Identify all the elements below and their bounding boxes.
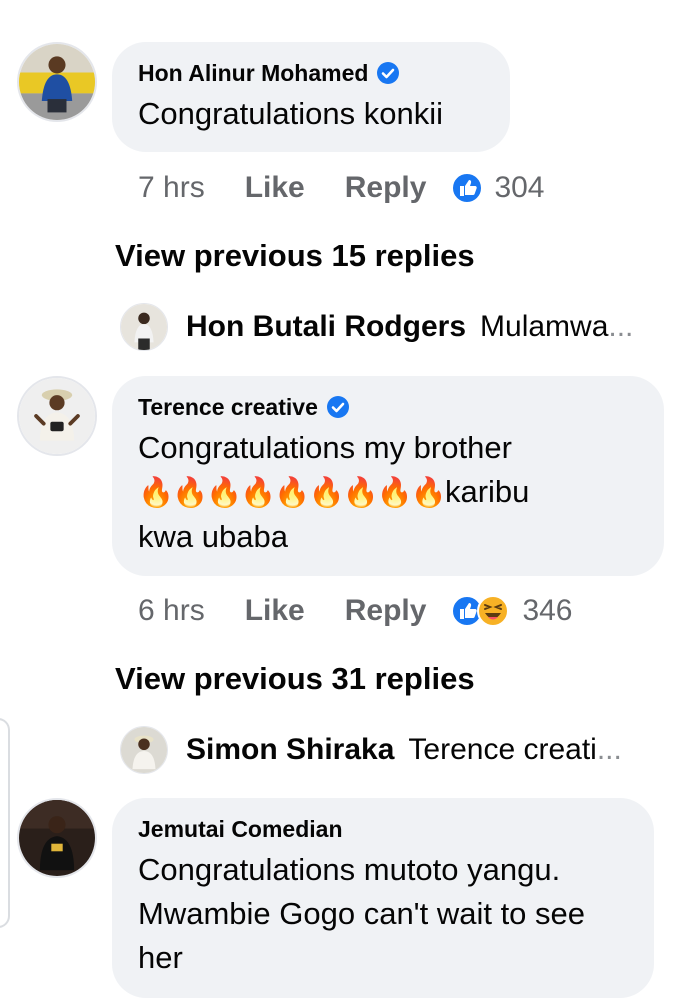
like-button[interactable]: Like	[245, 171, 305, 205]
comment-bubble: Terence creative Congratulations my brot…	[112, 376, 664, 576]
fire-emojis: 🔥🔥🔥🔥🔥🔥🔥🔥🔥	[138, 477, 447, 509]
comment-author[interactable]: Hon Alinur Mohamed	[138, 58, 368, 88]
comment-text-line: Congratulations mutoto yangu.	[138, 852, 561, 887]
avatar[interactable]	[120, 303, 168, 351]
like-button[interactable]: Like	[245, 594, 305, 628]
comment-text: Congratulations mutoto yangu. Mwambie Go…	[138, 848, 628, 980]
comment-text-line: Mwambie Gogo can't wait to see	[138, 896, 586, 931]
comment-bubble: Jemutai Comedian Congratulations mutoto …	[112, 798, 654, 998]
comment-author[interactable]: Terence creative	[138, 392, 318, 422]
verified-badge-icon	[376, 61, 400, 85]
avatar[interactable]	[120, 726, 168, 774]
comment-text: Congratulations my brother 🔥🔥🔥🔥🔥🔥🔥🔥🔥kari…	[138, 426, 638, 559]
ellipsis: ...	[608, 310, 634, 343]
comment-timestamp[interactable]: 6 hrs	[138, 594, 205, 628]
view-previous-replies[interactable]: View previous 31 replies	[115, 661, 475, 697]
like-reaction-icon[interactable]	[450, 171, 484, 205]
reaction-count[interactable]: 304	[494, 171, 544, 205]
reply-author[interactable]: Simon Shiraka	[186, 733, 394, 767]
avatar[interactable]	[17, 42, 97, 122]
reply-preview[interactable]: Hon Butali Rodgers Mulamwa ...	[120, 302, 633, 352]
verified-badge-icon	[326, 395, 350, 419]
comment-bubble: Hon Alinur Mohamed Congratulations konki…	[112, 42, 510, 152]
comment-text-line: kwa ubaba	[138, 519, 288, 554]
avatar[interactable]	[17, 798, 97, 878]
comment-timestamp[interactable]: 7 hrs	[138, 171, 205, 205]
avatar[interactable]	[17, 376, 97, 456]
side-panel-edge	[0, 718, 10, 928]
comment-text-line: Congratulations my brother	[138, 430, 512, 465]
reply-author[interactable]: Hon Butali Rodgers	[186, 310, 466, 344]
comment-text-line: her	[138, 940, 183, 975]
reaction-icons[interactable]	[450, 594, 510, 628]
haha-reaction-icon	[477, 595, 510, 627]
view-previous-replies[interactable]: View previous 15 replies	[115, 238, 475, 274]
comment-text-fragment: karibu	[444, 474, 530, 509]
reply-preview[interactable]: Simon Shiraka Terence creati ...	[120, 725, 622, 775]
reply-button[interactable]: Reply	[345, 594, 427, 628]
reply-text: Mulamwa	[480, 310, 609, 343]
ellipsis: ...	[596, 733, 622, 766]
reply-button[interactable]: Reply	[345, 171, 427, 205]
comment-author[interactable]: Jemutai Comedian	[138, 814, 343, 844]
comment-text-line: 🔥🔥🔥🔥🔥🔥🔥🔥🔥karibu	[138, 470, 638, 515]
comment-actions: 6 hrs Like Reply 346	[138, 591, 573, 631]
comment-text: Congratulations konkii	[138, 96, 444, 131]
reply-text: Terence creati	[408, 733, 597, 766]
comment-actions: 7 hrs Like Reply 304	[138, 168, 545, 208]
reaction-count[interactable]: 346	[522, 594, 572, 628]
